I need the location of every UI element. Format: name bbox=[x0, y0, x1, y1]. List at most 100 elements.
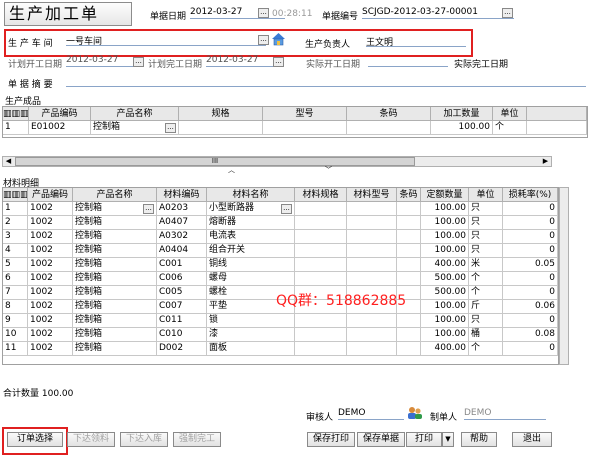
material-loss-cell[interactable]: 0 bbox=[503, 230, 558, 244]
material-mspec-cell[interactable] bbox=[295, 230, 347, 244]
material-mcode-cell[interactable]: A0302 bbox=[157, 230, 207, 244]
material-barcode-cell[interactable] bbox=[397, 244, 421, 258]
material-loss-cell[interactable]: 0.06 bbox=[503, 300, 558, 314]
material-qty-cell[interactable]: 100.00 bbox=[421, 328, 469, 342]
material-mcode-cell[interactable]: A0407 bbox=[157, 216, 207, 230]
material-mcode-cell[interactable]: C001 bbox=[157, 258, 207, 272]
material-loss-cell[interactable]: 0 bbox=[503, 244, 558, 258]
material-barcode-cell[interactable] bbox=[397, 272, 421, 286]
workshop-home-icon[interactable] bbox=[271, 32, 286, 46]
workshop-field[interactable]: 一号车间 bbox=[66, 34, 266, 47]
material-pcode-cell[interactable]: 1002 bbox=[28, 202, 73, 216]
material-pname-cell[interactable]: 控制箱 bbox=[73, 286, 157, 300]
product-col-spec[interactable]: 规格 bbox=[179, 107, 263, 121]
product-col-code[interactable]: 产品编码 bbox=[29, 107, 91, 121]
product-col-barcode[interactable]: 条码 bbox=[347, 107, 431, 121]
material-col-mcode[interactable]: 材料编码 bbox=[157, 188, 207, 202]
material-pname-cell[interactable]: 控制箱 bbox=[73, 272, 157, 286]
material-col-loss[interactable]: 损耗率(%) bbox=[503, 188, 558, 202]
material-mspec-cell[interactable] bbox=[295, 314, 347, 328]
material-mcode-cell[interactable]: D002 bbox=[157, 342, 207, 356]
material-pcode-cell[interactable]: 1002 bbox=[28, 286, 73, 300]
material-qty-cell[interactable]: 100.00 bbox=[421, 244, 469, 258]
table-row[interactable]: 10 1002 控制箱 C010 漆 100.00 桶 0.08 bbox=[3, 328, 558, 342]
product-model-cell[interactable] bbox=[263, 121, 347, 135]
material-mspec-cell[interactable] bbox=[295, 328, 347, 342]
table-row[interactable]: 2 1002 控制箱 A0407 熔断器 100.00 只 0 bbox=[3, 216, 558, 230]
material-qty-cell[interactable]: 100.00 bbox=[421, 314, 469, 328]
material-mname-cell[interactable]: 螺母 bbox=[207, 272, 295, 286]
material-col-unit[interactable]: 单位 bbox=[469, 188, 503, 202]
material-pname-cell[interactable]: 控制箱 bbox=[73, 328, 157, 342]
material-pname-cell[interactable]: 控制箱 bbox=[73, 258, 157, 272]
material-mname-cell[interactable]: 锁 bbox=[207, 314, 295, 328]
material-barcode-cell[interactable] bbox=[397, 216, 421, 230]
material-pname-cell[interactable]: 控制箱... bbox=[73, 202, 157, 216]
material-loss-cell[interactable]: 0 bbox=[503, 216, 558, 230]
material-qty-cell[interactable]: 400.00 bbox=[421, 342, 469, 356]
product-name-cell[interactable]: 控制箱... bbox=[91, 121, 179, 135]
product-code-cell[interactable]: E01002 bbox=[29, 121, 91, 135]
material-loss-cell[interactable]: 0.05 bbox=[503, 258, 558, 272]
material-unit-cell[interactable]: 桶 bbox=[469, 328, 503, 342]
material-qty-cell[interactable]: 500.00 bbox=[421, 272, 469, 286]
table-row[interactable]: 11 1002 控制箱 D002 面板 400.00 个 0 bbox=[3, 342, 558, 356]
material-unit-cell[interactable]: 只 bbox=[469, 244, 503, 258]
material-loss-cell[interactable]: 0.08 bbox=[503, 328, 558, 342]
product-col-name[interactable]: 产品名称 bbox=[91, 107, 179, 121]
print-dropdown-button[interactable]: ▼ bbox=[442, 432, 454, 447]
select-order-button[interactable]: 订单选择 bbox=[7, 432, 63, 447]
table-row[interactable]: 1 E01002 控制箱... 100.00 个 bbox=[3, 121, 587, 135]
material-mname-cell[interactable]: 小型断路器... bbox=[207, 202, 295, 216]
scroll-left-icon[interactable]: ◀ bbox=[3, 157, 14, 166]
material-mcode-cell[interactable]: A0203 bbox=[157, 202, 207, 216]
material-mmodel-cell[interactable] bbox=[347, 230, 397, 244]
material-qty-cell[interactable]: 100.00 bbox=[421, 230, 469, 244]
material-pname-select-button[interactable]: ... bbox=[143, 204, 154, 214]
material-barcode-cell[interactable] bbox=[397, 230, 421, 244]
material-pname-cell[interactable]: 控制箱 bbox=[73, 244, 157, 258]
material-pcode-cell[interactable]: 1002 bbox=[28, 314, 73, 328]
material-col-mmodel[interactable]: 材料型号 bbox=[347, 188, 397, 202]
material-unit-cell[interactable]: 斤 bbox=[469, 300, 503, 314]
material-unit-cell[interactable]: 米 bbox=[469, 258, 503, 272]
material-pname-cell[interactable]: 控制箱 bbox=[73, 314, 157, 328]
material-loss-cell[interactable]: 0 bbox=[503, 286, 558, 300]
doc-date-field[interactable]: 2012-03-27 bbox=[190, 7, 285, 19]
material-mspec-cell[interactable] bbox=[295, 216, 347, 230]
print-button[interactable]: 打印 bbox=[406, 432, 442, 447]
table-row[interactable]: 4 1002 控制箱 A0404 组合开关 100.00 只 0 bbox=[3, 244, 558, 258]
material-mcode-cell[interactable]: C005 bbox=[157, 286, 207, 300]
material-pcode-cell[interactable]: 1002 bbox=[28, 272, 73, 286]
material-qty-cell[interactable]: 400.00 bbox=[421, 258, 469, 272]
product-unit-cell[interactable]: 个 bbox=[493, 121, 527, 135]
splitter-down-icon[interactable]: ﹀ bbox=[325, 167, 332, 174]
material-barcode-cell[interactable] bbox=[397, 202, 421, 216]
product-grid-hscrollbar[interactable]: ◀ III ▶ bbox=[2, 156, 552, 167]
material-col-mname[interactable]: 材料名称 bbox=[207, 188, 295, 202]
material-unit-cell[interactable]: 个 bbox=[469, 272, 503, 286]
scroll-right-icon[interactable]: ▶ bbox=[540, 157, 551, 166]
product-col-model[interactable]: 型号 bbox=[263, 107, 347, 121]
product-spec-cell[interactable] bbox=[179, 121, 263, 135]
issue-stock-in-button[interactable]: 下达入库 bbox=[120, 432, 168, 447]
table-row[interactable]: 9 1002 控制箱 C011 锁 100.00 只 0 bbox=[3, 314, 558, 328]
material-mname-cell[interactable]: 组合开关 bbox=[207, 244, 295, 258]
material-mname-cell[interactable]: 电流表 bbox=[207, 230, 295, 244]
product-name-select-button[interactable]: ... bbox=[165, 123, 176, 133]
actual-start-field[interactable] bbox=[368, 55, 448, 67]
material-loss-cell[interactable]: 0 bbox=[503, 314, 558, 328]
splitter-handle[interactable]: ︿ ﹀ bbox=[228, 167, 332, 175]
plan-end-picker-button[interactable]: ... bbox=[273, 57, 284, 67]
material-mmodel-cell[interactable] bbox=[347, 244, 397, 258]
plan-start-picker-button[interactable]: ... bbox=[133, 57, 144, 67]
reviewer-field[interactable]: DEMO bbox=[338, 408, 404, 420]
splitter-up-icon[interactable]: ︿ bbox=[228, 167, 235, 174]
material-unit-cell[interactable]: 个 bbox=[469, 286, 503, 300]
material-mspec-cell[interactable] bbox=[295, 272, 347, 286]
material-qty-cell[interactable]: 500.00 bbox=[421, 286, 469, 300]
material-barcode-cell[interactable] bbox=[397, 258, 421, 272]
material-mcode-cell[interactable]: A0404 bbox=[157, 244, 207, 258]
material-pcode-cell[interactable]: 1002 bbox=[28, 230, 73, 244]
material-mcode-cell[interactable]: C011 bbox=[157, 314, 207, 328]
